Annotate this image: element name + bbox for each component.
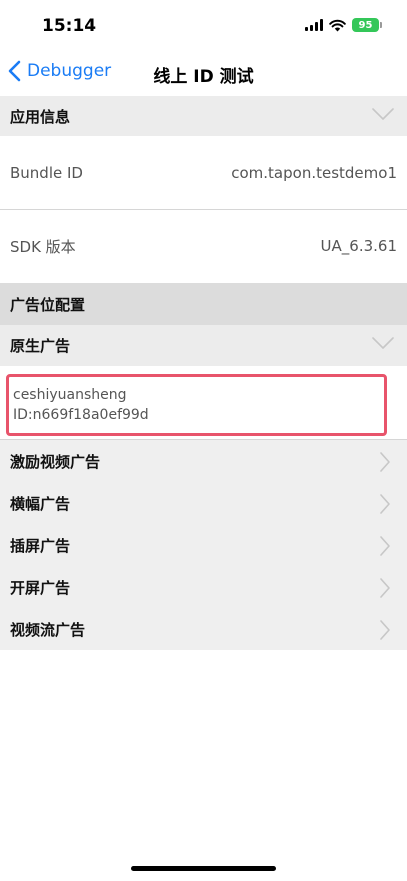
native-ad-name: ceshiyuansheng bbox=[13, 387, 127, 403]
banner-ad-row[interactable]: 横幅广告 bbox=[0, 482, 407, 524]
video-feed-ad-row[interactable]: 视频流广告 bbox=[0, 608, 407, 650]
native-ad-item[interactable]: ceshiyuansheng ID:n669f18a0ef99d bbox=[6, 374, 387, 436]
native-ad-id: ID:n669f18a0ef99d bbox=[13, 407, 149, 423]
row-label: 激励视频广告 bbox=[10, 452, 101, 471]
chevron-right-icon bbox=[380, 452, 390, 472]
native-ad-section-header[interactable]: 原生广告 bbox=[0, 325, 407, 366]
row-label: 开屏广告 bbox=[10, 578, 71, 597]
splash-ad-row[interactable]: 开屏广告 bbox=[0, 566, 407, 608]
status-time: 15:14 bbox=[42, 16, 97, 36]
row-label: 视频流广告 bbox=[10, 620, 86, 639]
sdk-version-row: SDK 版本 UA_6.3.61 bbox=[0, 210, 407, 282]
chevron-right-icon bbox=[380, 494, 390, 514]
chevron-right-icon bbox=[380, 578, 390, 598]
row-label: 横幅广告 bbox=[10, 494, 71, 513]
bundle-id-row: Bundle ID com.tapon.testdemo1 bbox=[0, 137, 407, 209]
row-label: 插屏广告 bbox=[10, 536, 71, 555]
section-title: 广告位配置 bbox=[10, 295, 86, 314]
status-bar: 15:14 95 bbox=[0, 0, 407, 52]
cellular-signal-icon bbox=[305, 19, 323, 31]
section-title: 应用信息 bbox=[10, 107, 71, 126]
interstitial-ad-row[interactable]: 插屏广告 bbox=[0, 524, 407, 566]
sdk-version-value: UA_6.3.61 bbox=[320, 237, 397, 255]
battery-level: 95 bbox=[358, 19, 373, 31]
chevron-right-icon bbox=[380, 620, 390, 640]
status-icons: 95 bbox=[305, 18, 382, 32]
rewarded-video-ad-row[interactable]: 激励视频广告 bbox=[0, 440, 407, 482]
chevron-right-icon bbox=[380, 536, 390, 556]
native-ad-label: 原生广告 bbox=[10, 337, 71, 355]
chevron-down-icon bbox=[372, 337, 394, 349]
bundle-id-label: Bundle ID bbox=[10, 164, 83, 182]
battery-icon: 95 bbox=[352, 18, 382, 32]
wifi-icon bbox=[329, 19, 346, 31]
sdk-version-label: SDK 版本 bbox=[10, 237, 76, 256]
bundle-id-value: com.tapon.testdemo1 bbox=[231, 164, 397, 182]
ad-config-section-header: 广告位配置 bbox=[0, 283, 407, 325]
home-indicator[interactable] bbox=[131, 866, 276, 871]
page-title: 线上 ID 测试 bbox=[153, 67, 254, 87]
chevron-down-icon bbox=[372, 108, 394, 120]
app-info-section-header[interactable]: 应用信息 bbox=[0, 96, 407, 136]
navigation-bar: Debugger 线上 ID 测试 bbox=[0, 52, 407, 96]
